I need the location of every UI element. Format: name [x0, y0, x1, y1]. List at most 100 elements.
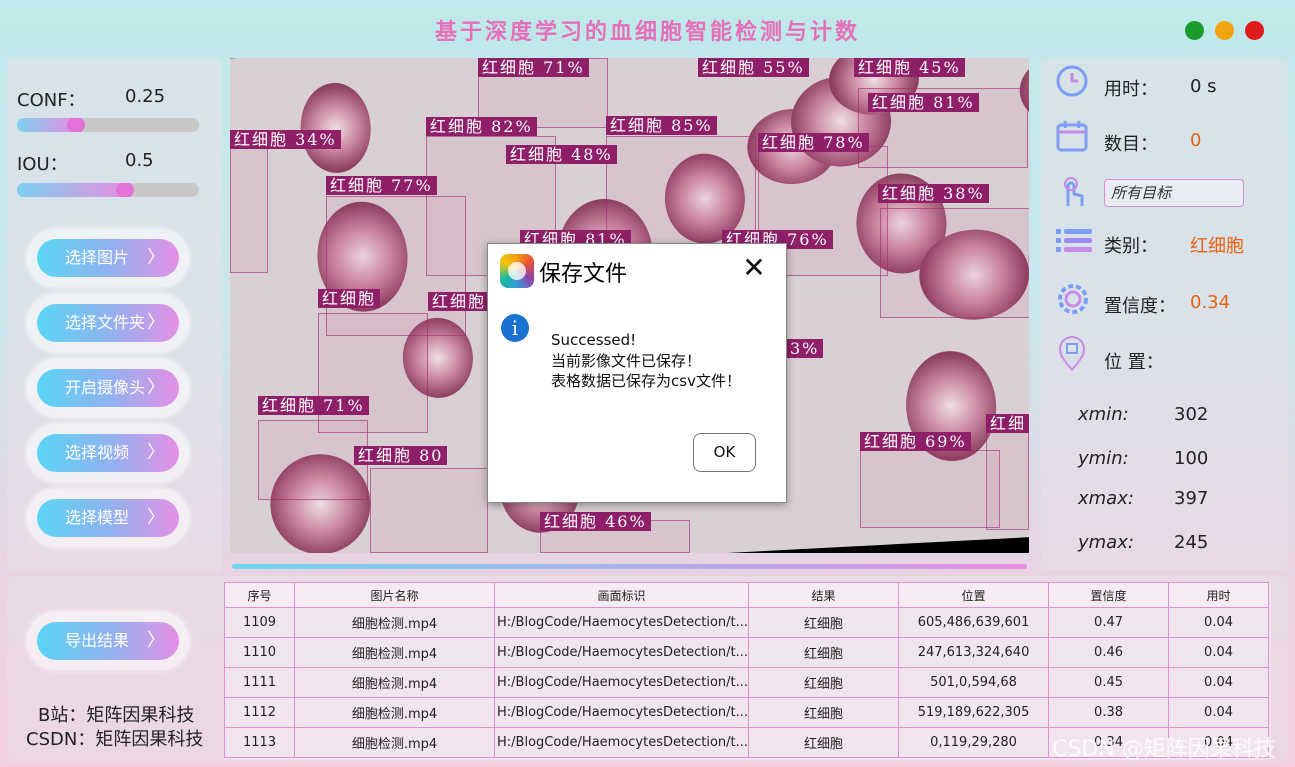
detection-label: 红细胞 77%	[326, 176, 437, 195]
chevron-right-icon: 〉	[147, 442, 165, 463]
select-image-label: 选择图片	[65, 248, 130, 267]
cell-path: H:/BlogCode/HaemocytesDetection/t...	[493, 697, 750, 728]
cell-index: 1111	[224, 667, 295, 698]
detection-label: 红细胞 82%	[426, 117, 537, 136]
column-header[interactable]: 位置	[898, 582, 1050, 608]
app-title: 基于深度学习的血细胞智能检测与计数	[434, 19, 860, 45]
time-label: 用时：	[1104, 79, 1158, 100]
cell-filename: 细胞检测.mp4	[294, 727, 495, 758]
detection-label: 红细胞 71%	[478, 58, 589, 77]
table-row[interactable]: 1110 细胞检测.mp4 H:/BlogCode/HaemocytesDete…	[224, 637, 1270, 668]
window-close-button[interactable]	[1185, 21, 1204, 40]
dialog-title: 保存文件	[539, 262, 628, 287]
column-header[interactable]: 用时	[1168, 582, 1270, 608]
save-file-dialog: 保存文件 ✕ i Successed! 当前影像文件已保存！ 表格数据已保存为c…	[487, 243, 787, 503]
detection-label: 红细胞 55%	[698, 58, 809, 77]
xmax-value: 397	[1174, 488, 1209, 509]
xmin-label: xmin:	[1078, 404, 1129, 425]
detection-label: 3%	[786, 339, 824, 358]
cell-path: H:/BlogCode/HaemocytesDetection/t...	[493, 727, 750, 758]
csdn-credit: CSDN：矩阵因果科技	[26, 729, 204, 750]
ok-button[interactable]: OK	[693, 433, 756, 472]
column-header[interactable]: 置信度	[1048, 582, 1170, 608]
cell-index: 1113	[224, 727, 295, 758]
export-results-button[interactable]: 导出结果〉	[27, 612, 189, 670]
detection-label: 红细胞	[318, 289, 381, 308]
cell-position: 605,486,639,601	[898, 607, 1050, 638]
chevron-right-icon: 〉	[147, 377, 165, 398]
close-icon[interactable]: ✕	[740, 254, 768, 282]
cell-filename: 细胞检测.mp4	[294, 667, 495, 698]
detection-label: 红细胞	[428, 292, 491, 311]
detection-box	[986, 420, 1029, 530]
cell-confidence: 0.38	[1048, 697, 1170, 728]
conf-value: 0.25	[125, 86, 166, 107]
conf-label: CONF：	[17, 90, 86, 111]
column-header[interactable]: 序号	[224, 582, 295, 608]
column-header[interactable]: 画面标识	[493, 582, 750, 608]
conf-slider[interactable]	[17, 118, 199, 132]
target-select[interactable]: 所有目标	[1104, 179, 1244, 207]
window-maximize-button[interactable]	[1245, 21, 1264, 40]
xmax-label: xmax:	[1078, 488, 1134, 509]
iou-slider-fill	[17, 183, 125, 197]
chevron-right-icon: 〉	[147, 312, 165, 333]
ymin-value: 100	[1174, 448, 1209, 469]
conf-slider-handle[interactable]	[67, 118, 85, 132]
detection-label: 红细胞 48%	[506, 145, 617, 164]
cell-position: 247,613,324,640	[898, 637, 1050, 668]
cell-result: 红细胞	[748, 637, 900, 668]
class-label: 类别：	[1104, 236, 1158, 257]
select-video-button[interactable]: 选择视频〉	[27, 424, 189, 482]
detection-label: 红细胞 71%	[258, 396, 369, 415]
cell-filename: 细胞检测.mp4	[294, 637, 495, 668]
detection-box	[318, 313, 428, 433]
cell-result: 红细胞	[748, 607, 900, 638]
iou-slider[interactable]	[17, 183, 199, 197]
column-header[interactable]: 图片名称	[294, 582, 495, 608]
detection-label: 红细胞 46%	[540, 512, 651, 531]
export-results-label: 导出结果	[65, 631, 130, 650]
detection-box	[258, 420, 368, 500]
open-camera-button[interactable]: 开启摄像头〉	[27, 359, 189, 417]
select-model-label: 选择模型	[65, 508, 130, 527]
pointer-hand-icon	[1054, 176, 1090, 212]
cell-position: 519,189,622,305	[898, 697, 1050, 728]
ymin-label: ymin:	[1078, 448, 1129, 469]
position-label: 位 置：	[1104, 352, 1164, 373]
select-folder-label: 选择文件夹	[65, 313, 146, 332]
cell-time: 0.04	[1168, 637, 1270, 668]
detection-label: 红细胞 85%	[606, 116, 717, 135]
select-folder-button[interactable]: 选择文件夹〉	[27, 294, 189, 352]
window-minimize-button[interactable]	[1215, 21, 1234, 40]
select-model-button[interactable]: 选择模型〉	[27, 489, 189, 547]
open-camera-label: 开启摄像头	[65, 378, 146, 397]
detection-box	[230, 148, 268, 273]
iou-value: 0.5	[125, 150, 154, 171]
cell-confidence: 0.45	[1048, 667, 1170, 698]
detection-box	[370, 468, 488, 553]
app-logo-icon	[500, 254, 534, 288]
cell-confidence: 0.46	[1048, 637, 1170, 668]
cell-position: 0,119,29,280	[898, 727, 1050, 758]
iou-slider-handle[interactable]	[116, 183, 134, 197]
cell-index: 1109	[224, 607, 295, 638]
cell-result: 红细胞	[748, 697, 900, 728]
cell-path: H:/BlogCode/HaemocytesDetection/t...	[493, 637, 750, 668]
table-row[interactable]: 1109 细胞检测.mp4 H:/BlogCode/HaemocytesDete…	[224, 607, 1270, 638]
column-header[interactable]: 结果	[748, 582, 900, 608]
table-row[interactable]: 1111 细胞检测.mp4 H:/BlogCode/HaemocytesDete…	[224, 667, 1270, 698]
cell-time: 0.04	[1168, 667, 1270, 698]
bilibili-credit: B站：矩阵因果科技	[38, 705, 195, 726]
select-image-button[interactable]: 选择图片〉	[27, 229, 189, 287]
detection-label: 红细胞 45%	[854, 58, 965, 77]
detection-label: 红细胞 81%	[868, 93, 979, 112]
table-header-row: 序号 图片名称 画面标识 结果 位置 置信度 用时	[224, 582, 1270, 608]
detection-box	[860, 450, 1000, 528]
class-value: 红细胞	[1190, 236, 1244, 257]
watermark: CSDN @矩阵因果科技	[1052, 737, 1276, 762]
detection-box	[880, 208, 1029, 318]
table-row[interactable]: 1112 细胞检测.mp4 H:/BlogCode/HaemocytesDete…	[224, 697, 1270, 728]
cell-path: H:/BlogCode/HaemocytesDetection/t...	[493, 607, 750, 638]
progress-bar	[232, 564, 1027, 569]
